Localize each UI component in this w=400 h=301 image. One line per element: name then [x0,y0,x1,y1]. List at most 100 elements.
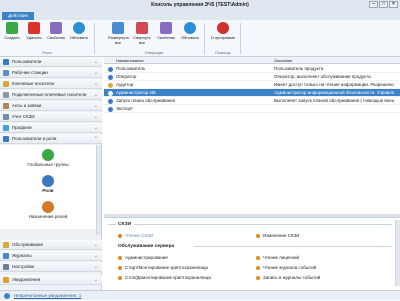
permission-label: Чтение СКЗИ [125,233,154,238]
nav-label: Пользователи и роли [12,136,57,141]
properties-label: Свойства [47,35,65,40]
permission-item[interactable]: Изменение СКЗИ [256,233,299,238]
table-row[interactable]: Экспорт [104,105,400,113]
column-header-name[interactable]: Наименование [116,57,271,64]
roles-tree: Глобальные группы Роли Назначение ролей [0,145,96,229]
nav-settings[interactable]: Настройки ⌄ [0,262,102,272]
tab-actions[interactable]: Действия [2,12,34,20]
permission-icon [256,276,260,280]
nav-profiles[interactable]: Профили ⌄ [0,123,102,133]
tree-label: Назначение ролей [28,214,68,219]
permission-item[interactable]: Стоп/Демонтирование криптохранилища [118,275,211,280]
operation-refresh-button[interactable]: Обновить [180,22,200,48]
expand-all-button[interactable]: Развернуть все [108,22,129,48]
refresh-icon [73,22,85,34]
permission-label: Чтение журнала событий [263,265,317,270]
maximize-button[interactable]: □ [379,1,388,8]
nav-label: Пользователи [12,59,42,64]
workstation-icon [3,70,9,76]
nav-scrollbar[interactable] [96,145,101,235]
grid-header: Наименование Описание [104,57,400,64]
table-row[interactable]: Пользователь Пользователь продукта. [104,65,400,73]
globe-icon [42,149,54,161]
permission-item[interactable]: Чтение лицензий [256,255,299,260]
cell-description: Пользователь продукта. [274,66,325,71]
minimize-button[interactable]: – [369,1,378,8]
create-button[interactable]: Создать [2,22,22,48]
permission-item[interactable]: Старт/Монтирование криптохранилища [118,265,208,270]
auditor-icon [108,83,113,88]
cell-name: Запуск плана обслуживания [116,98,176,103]
about-label: О программе [210,35,236,40]
nav-acts[interactable]: Акты и заявки ⌄ [0,101,102,111]
table-row[interactable]: Аудитор Имеет доступ только на чтение инф… [104,81,400,89]
nav-logs[interactable]: Журналы ⌄ [0,251,102,261]
nav-maintenance[interactable]: Обслуживание ⌄ [0,240,102,250]
permission-label: Запись в журналы событий [263,275,321,280]
chevron-down-icon: ⌄ [93,92,98,98]
operation-properties-button[interactable]: Свойства [156,22,176,48]
delete-label: Удалить [26,35,42,40]
section-server-maintenance-title: Обслуживание сервера [118,244,175,249]
chevron-down-icon: ⌄ [93,277,98,283]
tree-global-groups[interactable]: Глобальные группы [0,149,96,167]
tree-roles[interactable]: Роли [0,175,96,193]
nav-label: Учет СКЗИ [12,114,35,119]
permission-item[interactable]: Чтение СКЗИ [118,233,153,238]
refresh-button[interactable]: Обновить [69,22,89,48]
maintenance-user-icon [108,99,113,104]
nav-workstations[interactable]: Рабочие станции ⌄ [0,68,102,78]
permission-icon [118,276,122,280]
chevron-down-icon: ⌄ [93,242,98,248]
properties-icon [50,22,62,34]
chevron-up-icon: ⌃ [93,136,98,142]
users-roles-icon [3,136,9,142]
permission-item[interactable]: Запись в журналы событий [256,275,320,280]
unread-notifications-link[interactable]: Непрочитанные уведомления: 1 [14,293,81,298]
group-operations-label: Операции [144,50,164,55]
nav-label: Ключевые носители [12,81,55,86]
title-bar: Консоль управления ЭЧ5 (TEST\Admin) – □ … [0,0,400,10]
tree-label: Роли [42,188,54,193]
cell-description: Администратор информационной безопасност… [274,90,394,95]
nav-connected-key-media[interactable]: Подключенные ключевые носители ⌄ [0,90,102,100]
roles-grid: Наименование Описание Пользователь Пользо… [104,57,400,213]
permission-label: Чтение лицензий [263,255,300,260]
info-icon [4,293,10,299]
nav-skzi-accounting[interactable]: Учет СКЗИ ⌄ [0,112,102,122]
close-button[interactable]: × [389,1,398,8]
about-icon [217,22,229,34]
table-row-selected[interactable]: Администратор ИБ Администратор информацио… [104,89,400,97]
collapse-all-button[interactable]: Свернуть все [132,22,152,48]
permission-item[interactable]: Администрирование [118,255,168,260]
delete-button[interactable]: Удалить [24,22,44,48]
properties-button[interactable]: Свойства [46,22,66,48]
cell-name: Экспорт [116,106,133,111]
role-assign-icon [42,201,54,213]
permission-label: Изменение СКЗИ [263,233,300,238]
tree-role-assignment[interactable]: Назначение ролей [0,201,96,219]
nav-label: Подключенные ключевые носители [12,92,87,97]
admin-icon [108,91,113,96]
nav-users-and-roles[interactable]: Пользователи и роли ⌃ [0,134,102,144]
chevron-down-icon: ⌄ [93,264,98,270]
table-row[interactable]: Запуск плана обслуживания Выполняет запус… [104,97,400,105]
column-header-description[interactable]: Описание [274,57,394,64]
ribbon-separator [240,23,241,54]
nav-label: Обслуживание [12,242,44,247]
permission-item[interactable]: Чтение журнала событий [256,265,316,270]
table-row[interactable]: Оператор Оператор, выполняет обслуживание… [104,73,400,81]
nav-label: Журналы [12,253,32,258]
cell-name: Пользователь [116,66,146,71]
permission-label: Администрирование [125,255,168,260]
nav-label: Настройки [12,264,35,269]
user-icon [108,75,113,80]
permissions-scrollbar[interactable] [395,220,400,286]
permission-label: Стоп/Демонтирование криптохранилища [125,275,211,280]
nav-notifications[interactable]: Уведомления ⌄ [0,275,102,285]
nav-key-media[interactable]: Ключевые носители ⌄ [0,79,102,89]
about-button[interactable]: О программе [210,22,236,48]
nav-users[interactable]: Пользователи ⌄ [0,57,102,67]
export-icon [108,107,113,112]
nav-label: Уведомления [12,277,41,282]
